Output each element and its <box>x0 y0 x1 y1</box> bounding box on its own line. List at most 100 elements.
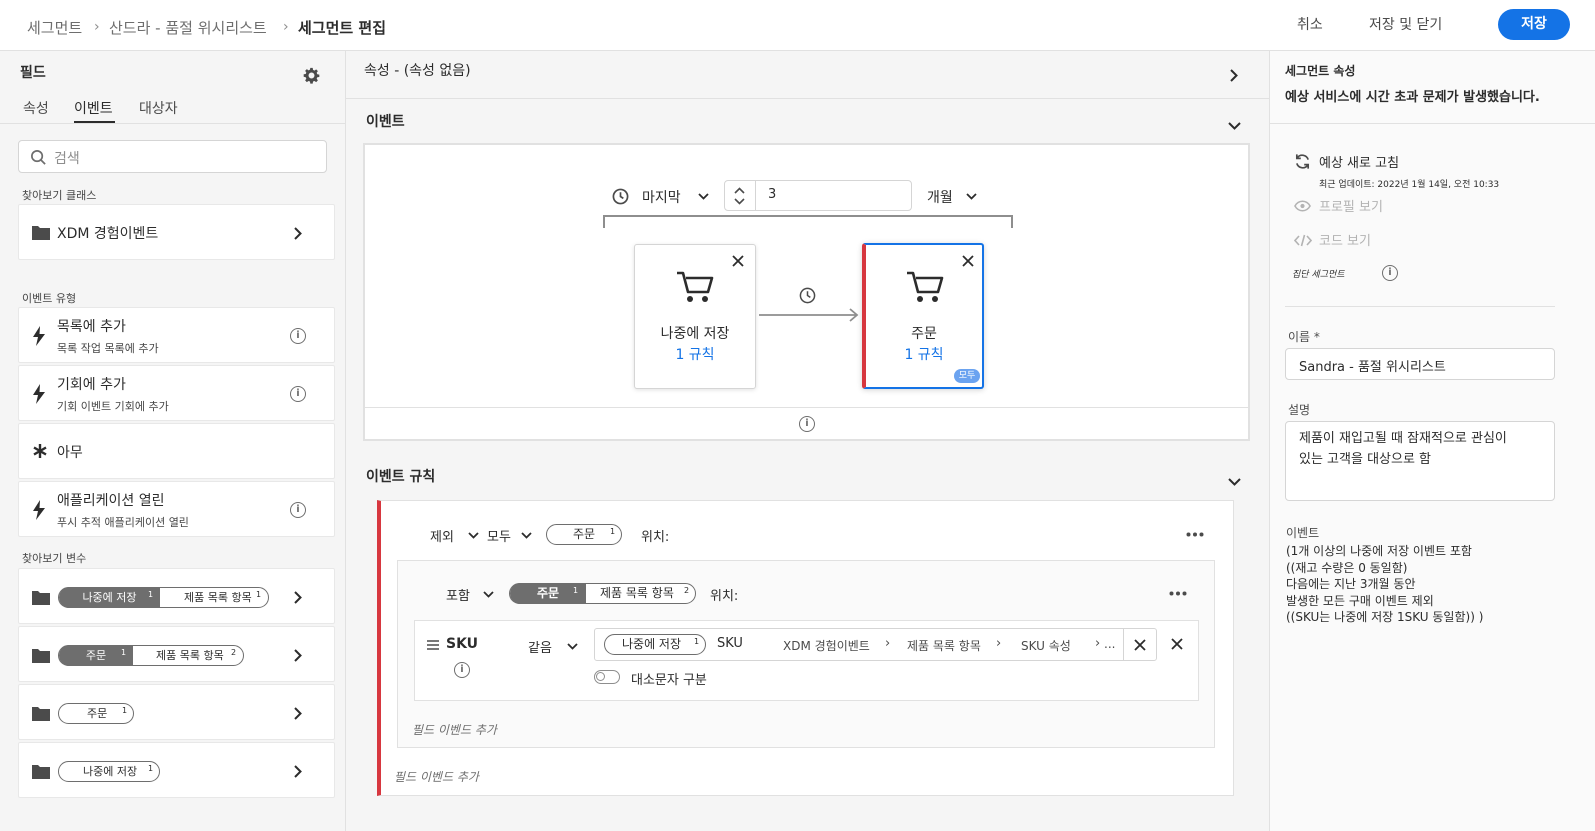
info-icon[interactable]: i <box>454 662 470 678</box>
info-icon[interactable]: i <box>290 328 306 344</box>
timeframe-type-value[interactable]: 마지막 <box>642 187 681 207</box>
variable-item[interactable]: 나중에 저장 1 <box>18 742 335 798</box>
save-and-close-button[interactable]: 저장 및 닫기 <box>1369 14 1442 34</box>
path-segment: SKU 속성 <box>1021 639 1071 653</box>
breadcrumb-separator-icon: › <box>94 19 100 35</box>
chevron-down-icon[interactable] <box>468 532 479 539</box>
summary-line: 발생한 모든 구매 이벤트 제외 <box>1286 593 1434 608</box>
event-node-title: 나중에 저장 <box>660 326 730 342</box>
summary-line: ((SKU는 나중에 저장 1SKU 동일함)) ) <box>1286 610 1484 624</box>
events-header: 이벤트 <box>366 114 405 130</box>
search-placeholder: 검색 <box>54 151 80 167</box>
event-node-save-for-later[interactable]: 나중에 저장 1 규칙 <box>634 244 756 389</box>
variable-item[interactable]: 나중에 저장 1 제품 목록 항목 1 <box>18 568 335 624</box>
event-type-application-opened[interactable]: 애플리케이션 열린 푸시 추적 애플리케이션 열린 i <box>18 481 335 537</box>
event-type-title: 아무 <box>57 445 83 461</box>
value-chip-save-for-later[interactable]: 나중에 저장 1 <box>604 634 706 655</box>
view-code-button[interactable]: 코드 보기 <box>1319 230 1371 249</box>
clear-value-icon[interactable] <box>1134 639 1146 651</box>
chip-label: 주문 <box>573 527 596 541</box>
chip-label: 나중에 저장 <box>622 637 682 651</box>
stepper-arrows-icon[interactable] <box>734 186 745 206</box>
fields-title: 필드 <box>20 65 46 81</box>
add-field-event-inner[interactable]: 필드 이벤드 추가 <box>412 721 497 738</box>
add-field-event-outer[interactable]: 필드 이벤드 추가 <box>394 768 479 785</box>
attributes-section-header[interactable]: 속성 - (속성 없음) <box>346 51 1269 99</box>
event-type-title: 기회에 추가 <box>57 377 126 393</box>
chevron-right-icon <box>294 591 302 604</box>
tab-audiences[interactable]: 대상자 <box>139 98 178 118</box>
path-separator-icon: › <box>996 636 1002 651</box>
tab-attributes[interactable]: 속성 <box>23 98 49 118</box>
timeframe-unit-value[interactable]: 개월 <box>927 187 953 207</box>
summary-line: 다음에는 지난 3개월 동안 <box>1286 577 1416 591</box>
shopping-cart-icon <box>907 271 944 302</box>
chip-label: 주문 <box>87 707 108 720</box>
tab-events[interactable]: 이벤트 <box>74 98 113 118</box>
event-chip-order-product-list[interactable]: 주문 1 제품 목록 항목 2 <box>509 583 696 604</box>
event-node-rule-link[interactable]: 1 규칙 <box>866 344 982 364</box>
chevron-down-icon[interactable] <box>483 591 494 598</box>
close-icon[interactable] <box>962 255 974 267</box>
event-type-add-to-list[interactable]: 목록에 추가 목록 작업 목록에 추가 i <box>18 307 335 363</box>
event-type-any[interactable]: 아무 <box>18 423 335 479</box>
class-item-xdm[interactable]: XDM 경험이벤트 <box>18 204 335 260</box>
event-node-rule-link[interactable]: 1 규칙 <box>635 344 755 364</box>
gear-icon[interactable] <box>303 67 320 84</box>
refresh-icon[interactable] <box>1294 153 1311 170</box>
timeframe-bracket <box>603 215 1013 228</box>
variable-item[interactable]: 주문 1 제품 목록 항목 2 <box>18 626 335 682</box>
page-title: 세그먼트 편집 <box>298 19 387 37</box>
description-value: 제품이 재입고될 때 잠재적으로 관심이 있는 고객을 대상으로 함 <box>1299 431 1507 467</box>
divider <box>1285 306 1555 307</box>
chevron-down-icon[interactable] <box>698 193 709 200</box>
chevron-down-icon[interactable] <box>1228 122 1241 130</box>
description-textarea[interactable]: 제품이 재입고될 때 잠재적으로 관심이 있는 고객을 대상으로 함 <box>1285 421 1555 501</box>
browse-variables-label: 찾아보기 변수 <box>22 552 87 565</box>
close-icon[interactable] <box>732 255 744 267</box>
info-icon[interactable]: i <box>290 386 306 402</box>
rule-mode-select[interactable]: 제외 <box>430 526 454 545</box>
chip-count: 1 <box>148 764 154 773</box>
remove-condition-icon[interactable] <box>1171 638 1183 650</box>
chevron-down-icon[interactable] <box>567 643 578 650</box>
chevron-down-icon[interactable] <box>966 193 977 200</box>
breadcrumb-segment-name[interactable]: 산드라 - 품절 위시리스트 <box>109 17 267 38</box>
operator-select[interactable]: 같음 <box>528 637 552 656</box>
refresh-estimate-button[interactable]: 예상 새로 고침 <box>1319 152 1399 171</box>
drag-handle-icon[interactable] <box>427 640 439 650</box>
rule-mode-select[interactable]: 포함 <box>446 585 470 604</box>
node-all-badge: 모두 <box>954 369 980 383</box>
segment-name-field[interactable]: Sandra - 품절 위시리스트 <box>1285 348 1555 380</box>
breadcrumb-segments[interactable]: 세그먼트 <box>27 17 82 38</box>
event-node-order[interactable]: 주문 1 규칙 모두 <box>862 243 984 389</box>
save-button[interactable]: 저장 <box>1498 9 1570 40</box>
variable-item[interactable]: 주문 1 <box>18 684 335 740</box>
event-chip-order[interactable]: 주문 1 <box>546 524 622 545</box>
chip-count: 1 <box>122 706 128 715</box>
clock-icon[interactable] <box>799 287 816 304</box>
event-type-add-to-opportunity[interactable]: 기회에 추가 기회 이벤트 기회에 추가 i <box>18 365 335 421</box>
info-icon[interactable]: i <box>290 502 306 518</box>
condition-value-field[interactable]: 나중에 저장 1 SKU XDM 경험이벤트 › 제품 목록 항목 › SKU … <box>594 628 1157 661</box>
info-icon[interactable]: i <box>1382 265 1398 281</box>
condition-row: SKU i 같음 나중에 저장 1 SKU XDM 경험이벤트 › 제품 목록 … <box>414 620 1199 701</box>
case-sensitive-toggle[interactable] <box>594 670 620 684</box>
event-types-label: 이벤트 유형 <box>22 292 77 305</box>
chevron-down-icon[interactable] <box>521 532 532 539</box>
view-profiles-button[interactable]: 프로필 보기 <box>1319 196 1383 215</box>
path-segment: ... <box>1104 637 1116 651</box>
clock-icon <box>612 188 629 205</box>
segment-properties-panel: 세그먼트 속성 예상 서비스에 시간 초과 문제가 발생했습니다. 예상 새로 … <box>1269 51 1595 831</box>
condition-field: SKU <box>446 636 479 652</box>
more-options-icon[interactable] <box>1169 591 1187 596</box>
rule-scope-select[interactable]: 모두 <box>487 526 511 545</box>
cancel-button[interactable]: 취소 <box>1297 14 1323 34</box>
search-input[interactable]: 검색 <box>18 140 327 173</box>
event-node-title: 주문 <box>911 326 937 342</box>
info-icon[interactable]: i <box>799 416 815 432</box>
timeframe-value-stepper[interactable]: 3 <box>724 180 912 211</box>
lightning-icon <box>33 326 45 346</box>
more-options-icon[interactable] <box>1186 532 1204 537</box>
chevron-down-icon[interactable] <box>1228 478 1241 486</box>
